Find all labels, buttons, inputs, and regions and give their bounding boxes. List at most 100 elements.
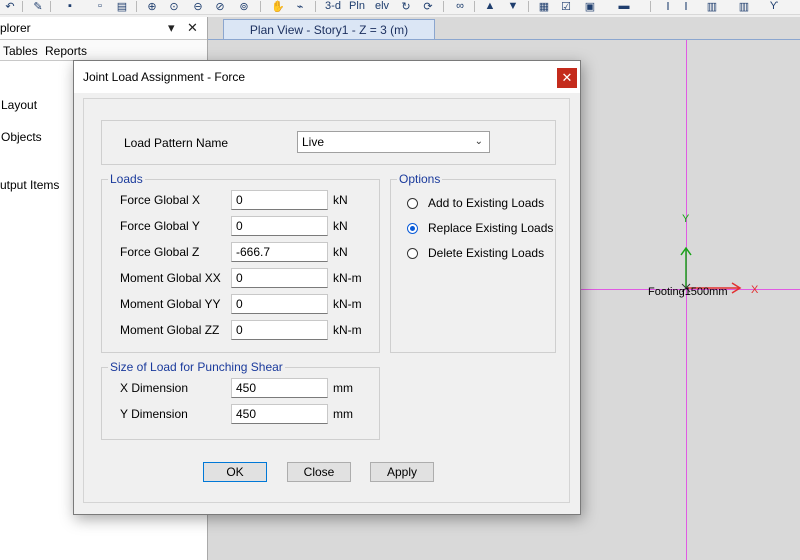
- dialog-body: Load Pattern Name Live ⌄ Loads Force Glo…: [83, 98, 570, 503]
- toolbar-separator: [50, 1, 51, 12]
- explorer-tabs: Tables Reports: [0, 40, 207, 61]
- load-pattern-label: Load Pattern Name: [124, 136, 229, 150]
- rotate-icon[interactable]: ↻: [398, 0, 414, 13]
- delete-existing-radio[interactable]: [407, 247, 418, 259]
- ok-button[interactable]: OK: [203, 462, 267, 482]
- y-dimension-label: Y Dimension: [120, 407, 188, 421]
- add-existing-radio[interactable]: [407, 197, 418, 209]
- force-x-unit: kN: [333, 193, 348, 207]
- grid-icon[interactable]: ▥: [736, 0, 752, 13]
- moment-zz-input[interactable]: 0: [231, 320, 328, 340]
- explorer-header: plorer ▾ ✕: [0, 17, 207, 40]
- x-dimension-input[interactable]: 450: [231, 378, 328, 398]
- print-icon[interactable]: ▫: [92, 0, 108, 12]
- moment-xx-label: Moment Global XX: [120, 271, 221, 285]
- replace-existing-radio-row[interactable]: Replace Existing Loads: [407, 221, 553, 235]
- moment-zz-unit: kN-m: [333, 323, 362, 337]
- add-existing-radio-row[interactable]: Add to Existing Loads: [407, 196, 544, 210]
- force-y-label: Force Global Y: [120, 219, 200, 233]
- rubber-band-icon[interactable]: ⌁: [292, 0, 308, 13]
- toolbar-separator: [22, 1, 23, 12]
- force-z-unit: kN: [333, 245, 348, 259]
- y-dimension-input[interactable]: 450: [231, 404, 328, 424]
- text-icon[interactable]: ▬: [616, 0, 632, 12]
- delete-existing-radio-row[interactable]: Delete Existing Loads: [407, 246, 544, 260]
- toolbar-separator: [260, 1, 261, 12]
- moment-xx-input[interactable]: 0: [231, 268, 328, 288]
- close-button[interactable]: Close: [287, 462, 351, 482]
- zoom-in-icon[interactable]: ⊕: [144, 0, 160, 13]
- options-group: Options Add to Existing Loads Replace Ex…: [390, 172, 556, 353]
- toolbar-separator: [443, 1, 444, 12]
- display-icon[interactable]: ▤: [114, 0, 130, 13]
- load-pattern-value: Live: [302, 135, 325, 149]
- dialog-title: Joint Load Assignment - Force: [83, 70, 246, 84]
- tab-tables[interactable]: Tables: [3, 44, 38, 58]
- moment-yy-input[interactable]: 0: [231, 294, 328, 314]
- main-toolbar: ↶ ✎ ▪ ▫ ▤ ⊕ ⊙ ⊖ ⊘ ⊚ ✋ ⌁ 3-d Pln elv ↻ ⟳ …: [0, 0, 800, 15]
- add-existing-label[interactable]: Add to Existing Loads: [428, 196, 544, 210]
- save-icon[interactable]: ▪: [62, 0, 78, 12]
- dialog-titlebar: Joint Load Assignment - Force ✕: [74, 61, 580, 93]
- force-x-input[interactable]: 0: [231, 190, 328, 210]
- tree-item-layout[interactable]: Layout: [1, 98, 37, 112]
- close-icon[interactable]: ✕: [557, 68, 577, 88]
- load-pattern-select[interactable]: Live ⌄: [297, 131, 490, 153]
- refresh-icon[interactable]: ⟳: [420, 0, 436, 13]
- explorer-title: plorer: [0, 21, 31, 35]
- pencil-icon[interactable]: ✎: [30, 0, 46, 13]
- zoom-out-icon[interactable]: ⊖: [190, 0, 206, 13]
- assign-icon[interactable]: ▣: [582, 0, 598, 13]
- punching-shear-legend: Size of Load for Punching Shear: [108, 360, 285, 374]
- 3d-view-icon[interactable]: 3-d: [323, 0, 343, 12]
- y-dimension-unit: mm: [333, 407, 353, 421]
- tree-item-output[interactable]: utput Items: [0, 178, 59, 192]
- zoom-restore-icon[interactable]: ⊚: [236, 0, 252, 13]
- force-z-label: Force Global Z: [120, 245, 200, 259]
- toolbar-separator: [650, 1, 651, 12]
- force-z-input[interactable]: -666.7: [231, 242, 328, 262]
- force-x-label: Force Global X: [120, 193, 201, 207]
- chevron-down-icon: ⌄: [474, 136, 483, 147]
- check-icon[interactable]: ☑: [558, 0, 574, 13]
- replace-existing-label[interactable]: Replace Existing Loads: [428, 221, 553, 235]
- delete-existing-label[interactable]: Delete Existing Loads: [428, 246, 544, 260]
- pan-icon[interactable]: ✋: [270, 0, 286, 13]
- joint-load-dialog: Joint Load Assignment - Force ✕ Load Pat…: [73, 60, 581, 515]
- tab-reports[interactable]: Reports: [45, 44, 87, 58]
- chevron-down-icon[interactable]: ▾: [168, 20, 175, 36]
- x-axis-label: X: [751, 284, 759, 296]
- moment-yy-label: Moment Global YY: [120, 297, 221, 311]
- punching-shear-group: Size of Load for Punching Shear X Dimens…: [101, 360, 380, 440]
- close-icon[interactable]: ✕: [187, 20, 198, 36]
- toolbar-separator: [474, 1, 475, 12]
- move-down-icon[interactable]: ▼: [505, 0, 521, 12]
- move-up-icon[interactable]: ▲: [482, 0, 498, 12]
- column-icon[interactable]: ϒ: [766, 0, 782, 12]
- footing-label: Footing1500mm: [648, 286, 728, 298]
- elevation-view-icon[interactable]: elv: [372, 0, 392, 12]
- loads-group: Loads Force Global X 0 kN Force Global Y…: [101, 172, 380, 353]
- plan-view-icon[interactable]: Pln: [347, 0, 367, 12]
- x-dimension-unit: mm: [333, 381, 353, 395]
- load-pattern-group: Load Pattern Name Live ⌄: [101, 120, 556, 165]
- apply-button[interactable]: Apply: [370, 462, 434, 482]
- toolbar-separator: [528, 1, 529, 12]
- undo-icon[interactable]: ↶: [2, 0, 18, 13]
- glasses-icon[interactable]: ∞: [452, 0, 468, 12]
- wall-icon[interactable]: ▥: [704, 0, 720, 13]
- force-y-unit: kN: [333, 219, 348, 233]
- moment-yy-unit: kN-m: [333, 297, 362, 311]
- loads-legend: Loads: [108, 172, 145, 186]
- options-legend: Options: [397, 172, 443, 186]
- toolbar-separator: [136, 1, 137, 12]
- tree-item-objects[interactable]: Objects: [1, 130, 42, 144]
- tab-plan-view[interactable]: Plan View - Story1 - Z = 3 (m): [223, 19, 435, 39]
- force-y-input[interactable]: 0: [231, 216, 328, 236]
- select-icon[interactable]: ▦: [536, 0, 552, 13]
- zoom-previous-icon[interactable]: ⊘: [212, 0, 228, 13]
- beam-icon[interactable]: Ⅰ: [678, 0, 694, 13]
- column-icon[interactable]: Ⅰ: [660, 0, 676, 13]
- replace-existing-radio[interactable]: [407, 222, 418, 234]
- zoom-window-icon[interactable]: ⊙: [166, 0, 182, 13]
